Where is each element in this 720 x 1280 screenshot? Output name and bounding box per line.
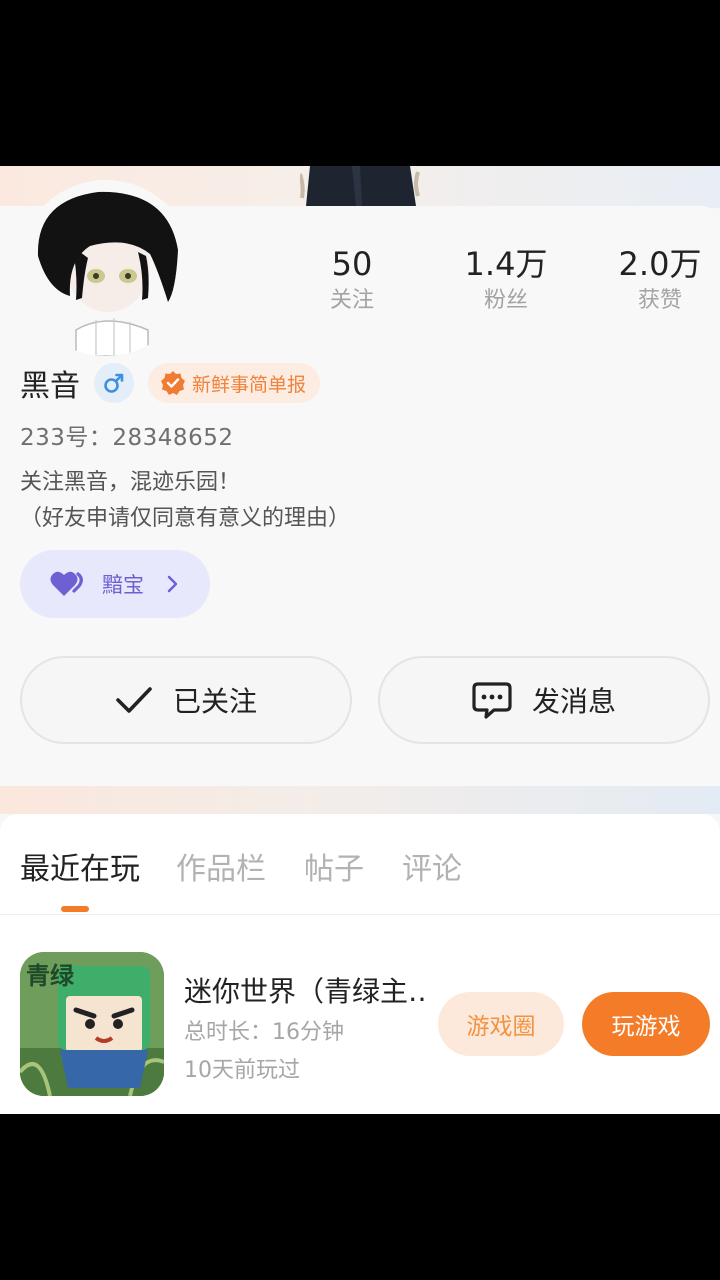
stat-fans-label: 粉丝 xyxy=(483,288,528,313)
section-divider xyxy=(0,786,720,814)
avatar-image xyxy=(18,180,194,356)
stat-fans-value: 1.4万 xyxy=(464,245,548,283)
game-title: 迷你世界（青绿主… xyxy=(184,975,424,1008)
game-list-item[interactable]: 青绿 迷你世界（青绿主… 总时长：16分钟 10天前玩过 游戏圈 玩游戏 xyxy=(0,952,720,1098)
treasure-button[interactable]: 黯宝 xyxy=(20,550,210,618)
content-section: 最近在玩 作品栏 帖子 评论 青绿 迷你世界（青绿主… 总时长：16分钟 10天… xyxy=(0,814,720,1114)
heart-icon xyxy=(50,571,83,596)
stat-fans[interactable]: 1.4万 粉丝 xyxy=(446,244,566,318)
stat-likes[interactable]: 2.0万 获赞 xyxy=(600,244,720,318)
treasure-label: 黯宝 xyxy=(102,573,144,597)
honor-badge[interactable]: 新鲜事简单报 xyxy=(148,363,321,403)
chat-bubble-icon xyxy=(472,682,512,719)
following-button-label: 已关注 xyxy=(172,685,257,718)
male-icon xyxy=(94,363,134,403)
tab-posts[interactable]: 帖子 xyxy=(304,844,364,888)
game-last-played: 10天前玩过 xyxy=(184,1058,300,1083)
stat-likes-label: 获赞 xyxy=(637,288,682,313)
user-id: 233号：28348652 xyxy=(20,425,234,451)
active-tab-indicator xyxy=(61,906,89,912)
send-message-button[interactable]: 发消息 xyxy=(378,656,710,744)
user-name: 黑音 xyxy=(20,369,80,404)
avatar[interactable] xyxy=(18,180,194,356)
tab-recently-played[interactable]: 最近在玩 xyxy=(20,844,140,888)
tab-works[interactable]: 作品栏 xyxy=(176,844,266,888)
bio-line-2: （好友申请仅同意有意义的理由） xyxy=(20,506,351,531)
profile-card: 50 关注 1.4万 粉丝 2.0万 获赞 黑音 新鲜事简单报 233号：283… xyxy=(0,180,720,786)
game-icon-image: 青绿 xyxy=(20,952,164,1096)
game-circle-button[interactable]: 游戏圈 xyxy=(438,992,564,1056)
stat-likes-value: 2.0万 xyxy=(618,245,702,283)
stat-following-label: 关注 xyxy=(329,288,374,313)
check-icon xyxy=(116,687,152,713)
banner-character-image xyxy=(300,166,420,206)
tabs-divider xyxy=(0,914,720,915)
verified-badge-icon xyxy=(161,371,185,395)
game-icon[interactable]: 青绿 xyxy=(20,952,164,1096)
honor-badge-label: 新鲜事简单报 xyxy=(192,373,307,396)
following-button[interactable]: 已关注 xyxy=(20,656,352,744)
bio-line-1: 关注黑音，混迹乐园！ xyxy=(20,470,241,495)
chevron-right-icon xyxy=(167,575,178,593)
game-icon-text: 青绿 xyxy=(26,962,75,990)
tab-comments[interactable]: 评论 xyxy=(402,844,462,888)
stat-following-value: 50 xyxy=(331,245,373,283)
game-duration: 总时长：16分钟 xyxy=(184,1020,344,1045)
send-message-label: 发消息 xyxy=(531,685,616,718)
profile-screen: 50 关注 1.4万 粉丝 2.0万 获赞 黑音 新鲜事简单报 233号：283… xyxy=(0,166,720,1114)
name-row: 黑音 新鲜事简单报 xyxy=(20,362,321,404)
stat-following[interactable]: 50 关注 xyxy=(292,244,412,318)
play-game-button[interactable]: 玩游戏 xyxy=(582,992,710,1056)
